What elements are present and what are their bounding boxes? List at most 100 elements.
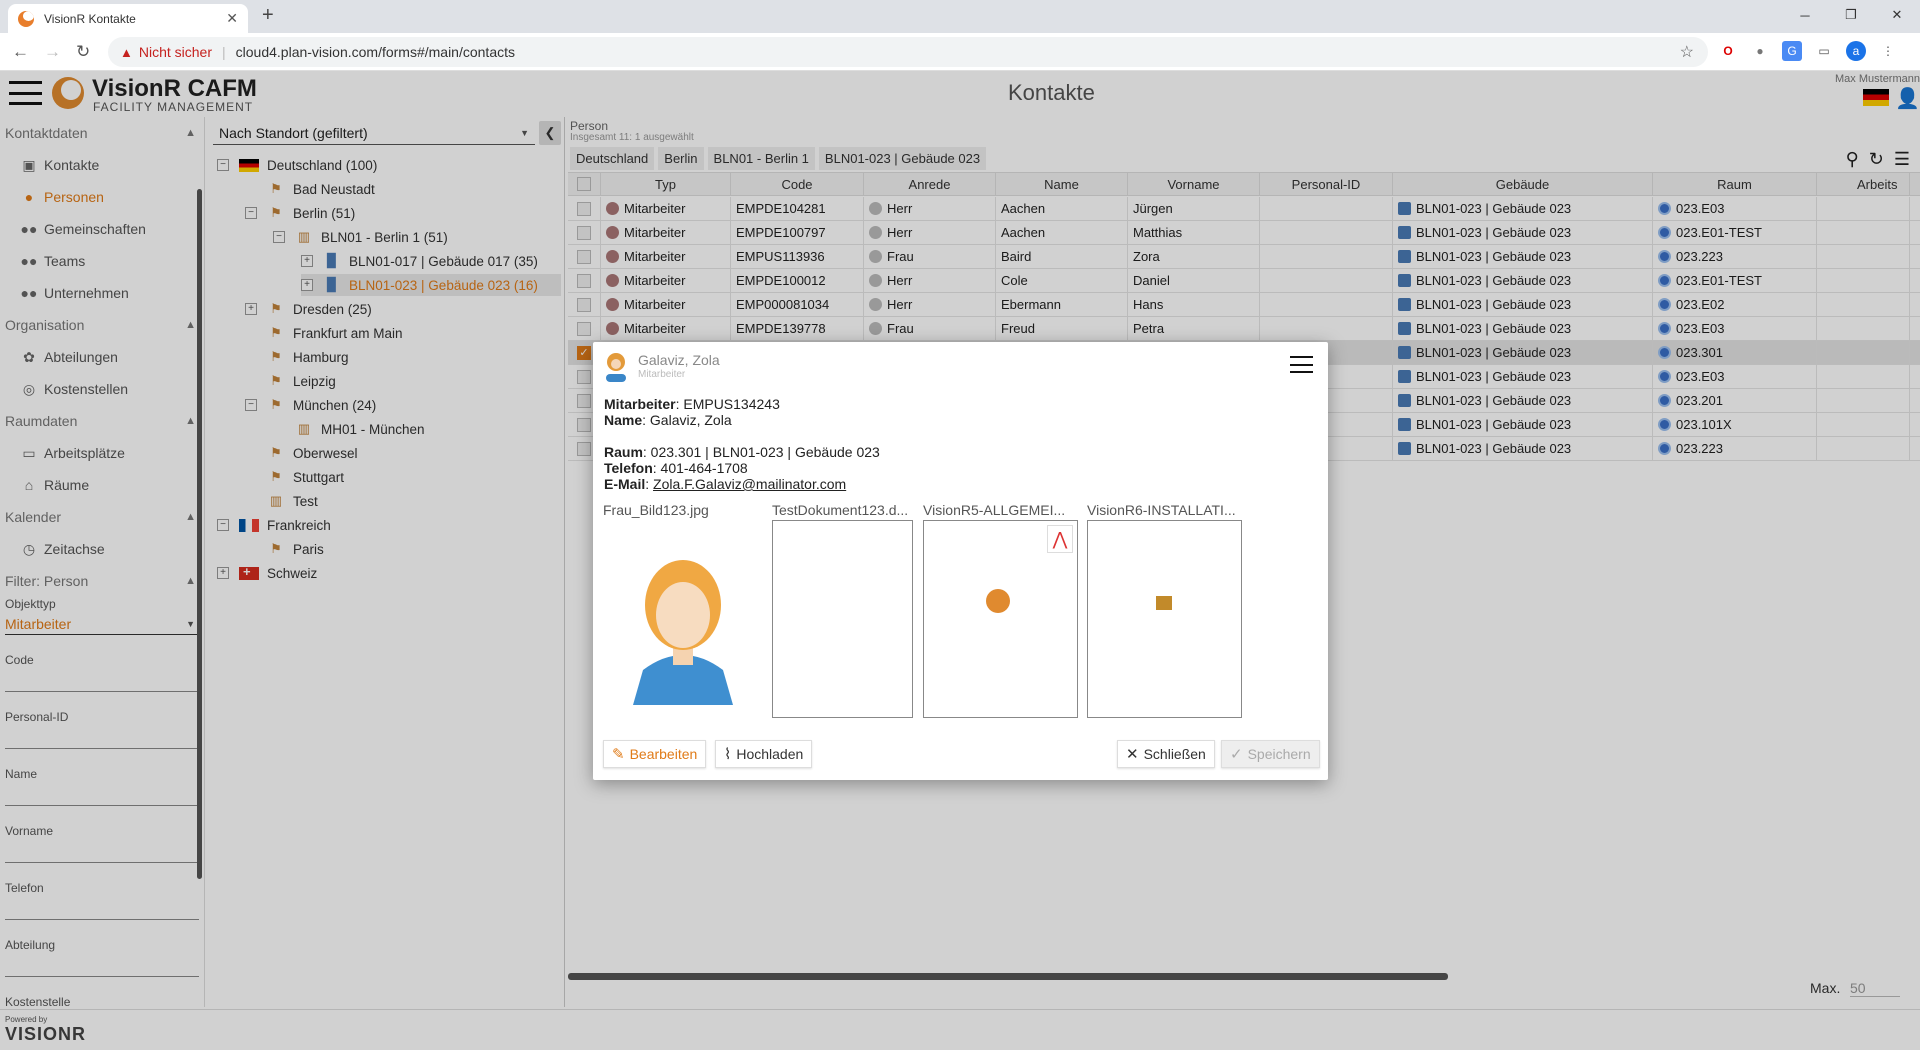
section-kontaktdaten[interactable]: Kontaktdaten ▲ — [0, 117, 204, 149]
row-checkbox[interactable] — [577, 225, 591, 240]
section-filter[interactable]: Filter: Person ▲ — [0, 565, 204, 597]
expand-icon[interactable]: + — [217, 567, 229, 579]
tree-node-paris[interactable]: ⚑ Paris — [267, 538, 324, 560]
collapse-icon[interactable]: ▲ — [185, 415, 196, 427]
german-flag-icon[interactable] — [1863, 89, 1889, 106]
column-header-typ[interactable]: Typ — [601, 173, 731, 195]
section-organisation[interactable]: Organisation ▲ — [0, 309, 204, 341]
security-label[interactable]: Nicht sicher — [139, 44, 212, 60]
filter-telefon-field[interactable]: Telefon — [5, 863, 199, 920]
grid-menu-icon[interactable]: ☰ — [1894, 149, 1910, 170]
sidebar-item-arbeitsplaetze[interactable]: ▭ Arbeitsplätze — [0, 437, 204, 469]
collapse-tree-button[interactable]: ❮ — [539, 121, 561, 145]
sidebar-item-kontakte[interactable]: ▣ Kontakte — [0, 149, 204, 181]
expand-icon[interactable]: + — [301, 255, 313, 267]
sidebar-item-gemeinschaften[interactable]: ●● Gemeinschaften — [0, 213, 204, 245]
sidebar-item-raeume[interactable]: ⌂ Räume — [0, 469, 204, 501]
tree-node-deutschland[interactable]: − Deutschland (100) — [217, 154, 377, 176]
section-kalender[interactable]: Kalender ▲ — [0, 501, 204, 533]
table-row[interactable]: Mitarbeiter EMPUS113936 Frau Baird Zora BLN01… — [568, 245, 1920, 269]
column-header-raum[interactable]: Raum — [1653, 173, 1817, 195]
maximize-icon[interactable]: ❐ — [1828, 0, 1874, 30]
forward-icon[interactable]: → — [44, 42, 61, 62]
save-button[interactable]: ✓ Speichern — [1221, 740, 1320, 768]
collapse-icon[interactable]: ▲ — [185, 127, 196, 139]
collapse-icon[interactable]: − — [245, 207, 257, 219]
select-all-checkbox[interactable] — [577, 177, 591, 191]
filter-code-field[interactable]: Code — [5, 635, 199, 692]
tree-node-leipzig[interactable]: ⚑ Leipzig — [267, 370, 336, 392]
max-rows-select[interactable]: 50 — [1850, 980, 1900, 997]
collapse-icon[interactable]: ▲ — [185, 319, 196, 331]
horizontal-scrollbar[interactable] — [568, 973, 1448, 980]
column-header-personal-id[interactable]: Personal-ID — [1260, 173, 1393, 195]
tree-node-bln01[interactable]: − ▥ BLN01 - Berlin 1 (51) — [273, 226, 448, 248]
column-header-gebaeude[interactable]: Gebäude — [1393, 173, 1653, 195]
sidebar-item-unternehmen[interactable]: ●● Unternehmen — [0, 277, 204, 309]
breadcrumb-item[interactable]: BLN01-023 | Gebäude 023 — [818, 147, 987, 170]
filter-vorname-field[interactable]: Vorname — [5, 806, 199, 863]
close-button[interactable]: ✕ Schließen — [1117, 740, 1215, 768]
opera-extension-icon[interactable]: O — [1718, 41, 1738, 61]
tree-node-frankreich[interactable]: − Frankreich — [217, 514, 331, 536]
filter-personal-id-field[interactable]: Personal-ID — [5, 692, 199, 749]
refresh-icon[interactable]: ↻ — [1869, 149, 1884, 170]
collapse-icon[interactable]: − — [273, 231, 285, 243]
profile-avatar[interactable]: a — [1846, 41, 1866, 61]
collapse-icon[interactable]: ▲ — [185, 511, 196, 523]
row-checkbox[interactable] — [577, 321, 591, 336]
sidebar-item-kostenstellen[interactable]: ◎ Kostenstellen — [0, 373, 204, 405]
row-checkbox[interactable] — [577, 273, 591, 288]
upload-button[interactable]: ⌇ Hochladen — [715, 740, 813, 768]
table-row[interactable]: Mitarbeiter EMPDE104281 Herr Aachen Jürgen BL… — [568, 197, 1920, 221]
tree-node-test[interactable]: ▥ Test — [267, 490, 318, 512]
row-select-cell[interactable] — [568, 293, 601, 316]
column-header-vorname[interactable]: Vorname — [1128, 173, 1260, 195]
sidebar-item-zeitachse[interactable]: ◷ Zeitachse — [0, 533, 204, 565]
cast-icon[interactable]: ▭ — [1814, 41, 1834, 61]
attachment-visionr5[interactable]: VisionR5-ALLGEMEI... ⋀ — [923, 502, 1078, 718]
tree-node-schweiz[interactable]: + Schweiz — [217, 562, 317, 584]
filter-abteilung-field[interactable]: Abteilung — [5, 920, 199, 977]
collapse-icon[interactable]: − — [217, 159, 229, 171]
row-checkbox[interactable] — [577, 201, 591, 216]
row-select-cell[interactable] — [568, 317, 601, 340]
row-select-cell[interactable] — [568, 197, 601, 220]
column-header-anrede[interactable]: Anrede — [864, 173, 996, 195]
row-checkbox[interactable] — [577, 369, 591, 384]
grey-extension-icon[interactable]: ● — [1750, 41, 1770, 61]
email-link[interactable]: Zola.F.Galaviz@mailinator.com — [653, 476, 846, 492]
expand-icon[interactable]: + — [245, 303, 257, 315]
browser-tab[interactable]: VisionR Kontakte ✕ — [8, 4, 248, 33]
column-header-arbeitsplatz[interactable]: Arbeits — [1817, 173, 1910, 195]
tree-node-frankfurt[interactable]: ⚑ Frankfurt am Main — [267, 322, 402, 344]
row-select-cell[interactable] — [568, 245, 601, 268]
attachment-testdokument[interactable]: TestDokument123.d... — [772, 502, 913, 718]
attachment-image[interactable]: Frau_Bild123.jpg — [603, 502, 763, 718]
sidebar-item-teams[interactable]: ●● Teams — [0, 245, 204, 277]
minimize-icon[interactable]: ─ — [1782, 0, 1828, 30]
collapse-icon[interactable]: ▲ — [185, 575, 196, 587]
url-field[interactable]: ▲ Nicht sicher | cloud4.plan-vision.com/… — [108, 37, 1708, 67]
row-checkbox[interactable] — [577, 441, 591, 456]
collapse-icon[interactable]: − — [245, 399, 257, 411]
tree-node-oberwesel[interactable]: ⚑ Oberwesel — [267, 442, 357, 464]
row-checkbox[interactable] — [577, 393, 591, 408]
tree-node-mh01[interactable]: ▥ MH01 - München — [295, 418, 425, 440]
browser-menu-icon[interactable]: ⋮ — [1878, 41, 1898, 61]
collapse-icon[interactable]: − — [217, 519, 229, 531]
sidebar-item-abteilungen[interactable]: ✿ Abteilungen — [0, 341, 204, 373]
row-select-cell[interactable] — [568, 269, 601, 292]
breadcrumb-item[interactable]: BLN01 - Berlin 1 — [707, 147, 815, 170]
sidebar-scrollbar[interactable] — [197, 189, 202, 879]
search-icon[interactable]: ⚲ — [1846, 149, 1859, 170]
close-window-icon[interactable]: ✕ — [1874, 0, 1920, 30]
dialog-menu-icon[interactable] — [1290, 356, 1313, 373]
objekttyp-select[interactable]: Mitarbeiter — [5, 613, 199, 635]
user-icon[interactable]: 👤 — [1895, 86, 1920, 111]
table-row[interactable]: Mitarbeiter EMP000081034 Herr Ebermann Hans B… — [568, 293, 1920, 317]
translate-extension-icon[interactable]: G — [1782, 41, 1802, 61]
table-row[interactable]: Mitarbeiter EMPDE139778 Frau Freud Petra BLN0… — [568, 317, 1920, 341]
breadcrumb-item[interactable]: Deutschland — [570, 147, 655, 170]
tab-close-icon[interactable]: ✕ — [226, 10, 238, 27]
